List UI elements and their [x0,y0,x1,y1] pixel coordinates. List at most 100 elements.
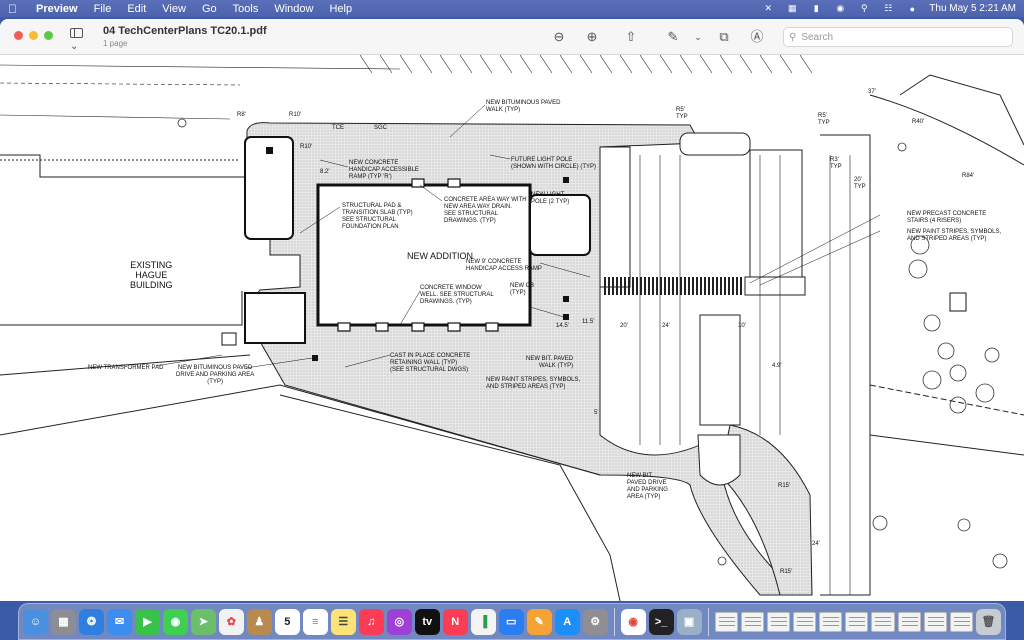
markup-pen-icon[interactable]: ✎ [664,28,682,46]
music-icon[interactable]: ♫ [358,608,384,635]
minimized-window-thumb[interactable] [792,611,817,632]
facetime-icon[interactable]: ▶ [134,608,160,635]
callout-bit-walk: NEW BITUMINOUS PAVED WALK (TYP) [486,100,561,113]
numbers-icon[interactable]: ▐ [470,608,496,635]
markup-toolbar-icon[interactable]: Ⓐ [748,28,766,46]
callout-window-well: CONCRETE WINDOW WELL. SEE STRUCTURAL DRA… [420,285,494,305]
safari-icon[interactable]: ❂ [78,608,104,635]
finder-icon[interactable]: ☺ [23,608,48,635]
minimize-window-button[interactable] [29,31,38,40]
pdf-canvas[interactable]: EXISTING HAGUE BUILDING NEW ADDITION NEW… [0,55,1024,601]
pages-icon[interactable]: ✎ [526,608,552,635]
callout-retaining-wall: CAST IN PLACE CONCRETE RETAINING WALL (T… [390,353,471,373]
menu-tools[interactable]: Tools [233,3,259,15]
tag-r5typ: R5' TYP [676,107,688,120]
marker-square [312,355,318,361]
news-icon[interactable]: N [442,608,468,635]
menu-go[interactable]: Go [202,3,217,15]
pen-off-icon[interactable]: ✕ [761,3,775,14]
search-field[interactable]: ⚲ Search [783,27,1013,47]
tag-r10b: R10' [300,144,313,150]
keyboard-icon[interactable]: ▦ [785,3,799,14]
podcasts-icon[interactable]: ◎ [386,608,412,635]
parking-island-west [599,146,631,288]
control-center-icon[interactable]: ☷ [881,3,895,14]
rotate-icon[interactable]: ⧉ [715,28,733,46]
menu-bar:  Preview File Edit View Go Tools Window… [0,0,1024,17]
wifi-icon[interactable]: ◉ [833,3,847,14]
apple-menu-icon[interactable]:  [8,2,22,16]
trash-icon[interactable]: 🗑 [975,608,1001,635]
minimized-window-thumb[interactable] [714,611,738,632]
marker-square [266,147,273,154]
messages-icon[interactable]: ◉ [162,608,188,635]
preview-icon[interactable]: ▣ [676,608,702,635]
document-title: 04 TechCenterPlans TC20.1.pdf [103,25,267,37]
markup-chevron-icon[interactable]: ⌄ [689,28,707,46]
reminders-icon[interactable]: ≡ [302,608,328,635]
transformer-pad [221,332,237,346]
marker-square [563,296,569,302]
maps-icon[interactable]: ➤ [190,608,216,635]
parking-island-center [699,314,741,426]
minimized-window-thumb[interactable] [819,611,843,632]
callout-stripes-2: NEW PAINT STRIPES, SYMBOLS, AND STRIPED … [907,229,1002,242]
battery-icon[interactable]: ▮ [809,3,823,14]
tv-icon[interactable]: tv [414,608,440,635]
precast-stairs [744,276,806,296]
parking-island-east [749,149,803,291]
calendar-icon[interactable]: 5 [274,608,300,635]
existing-building-label: EXISTING HAGUE BUILDING [130,260,173,290]
callout-ramp-9: NEW 9' CONCRETE HANDICAP ACCESS RAMP [466,259,542,272]
tag-r5typ-2: R5' TYP [818,113,830,126]
minimized-window-thumb[interactable] [923,611,947,632]
tag-20typ: 20' TYP [854,177,866,190]
tag-r40: R40' [912,119,925,125]
system-preferences-icon[interactable]: ⚙ [582,608,608,635]
callout-area-way: CONCRETE AREA WAY WITH NEW AREA WAY DRAI… [444,197,527,224]
menu-window[interactable]: Window [274,3,313,15]
structure-box [949,292,967,312]
notes-icon[interactable]: ☰ [330,608,356,635]
tag-4-9: 4.9' [772,363,782,369]
zoom-in-icon[interactable]: ⊕ [583,28,601,46]
document-page-count: 1 page [103,39,128,48]
status-area: ✕ ▦ ▮ ◉ ⚲ ☷ ● Thu May 5 2:21 AM [761,3,1017,14]
menu-edit[interactable]: Edit [127,3,146,15]
clock[interactable]: Thu May 5 2:21 AM [929,3,1016,14]
callout-light-pole-future: FUTURE LIGHT POLE (SHOWN WITH CIRCLE) (T… [511,157,596,170]
chrome-icon[interactable]: ◉ [620,608,646,635]
parking-stalls [639,155,851,595]
minimized-window-thumb[interactable] [766,611,790,632]
minimized-window-thumb[interactable] [949,611,973,632]
minimized-window-thumb[interactable] [897,611,921,632]
mail-icon[interactable]: ✉ [106,608,132,635]
launchpad-icon[interactable]: ▦ [50,608,76,635]
zoom-out-icon[interactable]: ⊖ [550,28,568,46]
menu-view[interactable]: View [162,3,186,15]
siri-icon[interactable]: ● [905,4,919,14]
sidebar-toggle-button[interactable]: ⌄ [70,28,94,52]
callout-stripes: NEW PAINT STRIPES, SYMBOLS, AND STRIPED … [486,377,581,390]
photos-icon[interactable]: ✿ [218,608,244,635]
zoom-window-button[interactable] [44,31,53,40]
tag-r3typ: R3' TYP [830,157,842,170]
existing-building-outline [0,154,246,326]
menu-file[interactable]: File [94,3,112,15]
keynote-icon[interactable]: ▭ [498,608,524,635]
menu-help[interactable]: Help [329,3,352,15]
share-icon[interactable]: ⇧ [622,28,640,46]
close-window-button[interactable] [14,31,23,40]
terminal-icon[interactable]: >_ [648,608,674,635]
tag-14-5: 14.5' [556,323,569,329]
contacts-icon[interactable]: ♟ [246,608,272,635]
minimized-window-thumb[interactable] [845,611,869,632]
property-hatch [0,55,813,120]
tag-r8: R8' [237,112,246,118]
menu-app-name[interactable]: Preview [36,3,78,15]
spotlight-icon[interactable]: ⚲ [857,3,871,14]
minimized-window-thumb[interactable] [740,611,764,632]
marker-square [563,177,569,183]
app-store-icon[interactable]: A [554,608,580,635]
minimized-window-thumb[interactable] [871,611,895,632]
